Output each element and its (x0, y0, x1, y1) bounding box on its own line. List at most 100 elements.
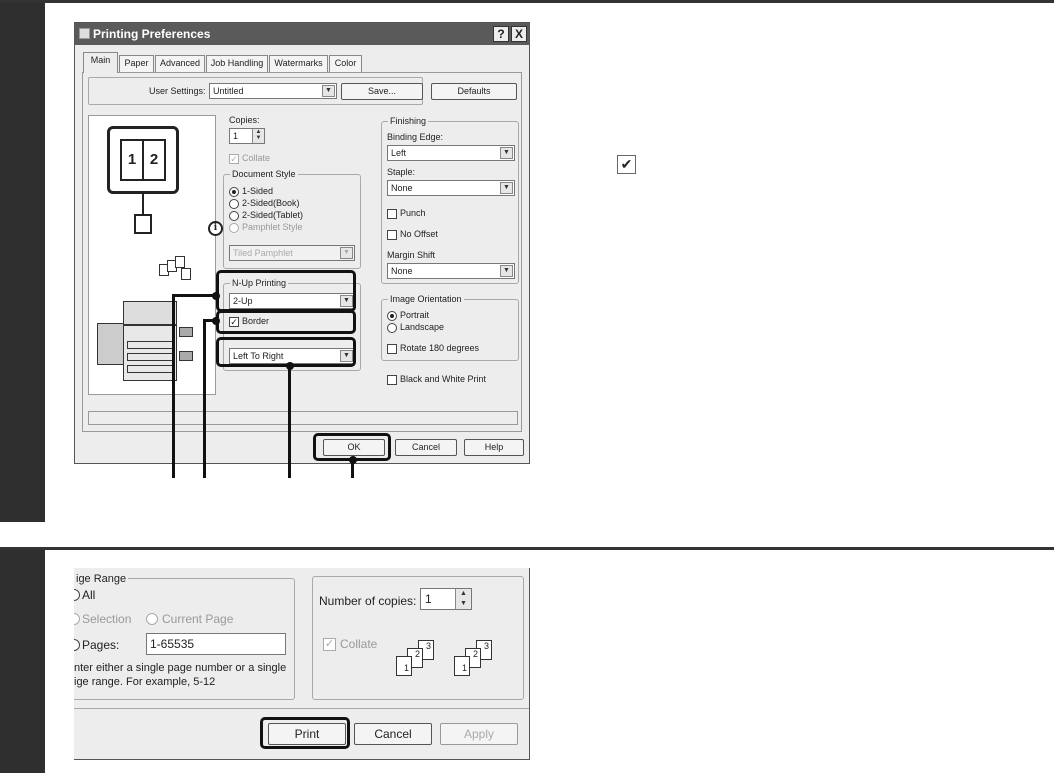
number-of-copies-value: 1 (425, 592, 432, 606)
example-checked-checkbox: ✔ (617, 155, 636, 174)
preview-connector-line (142, 194, 144, 214)
printer-machine-image (97, 301, 207, 389)
nup-highlight (216, 270, 356, 312)
tab-main[interactable]: Main (83, 52, 118, 73)
copies-stepper[interactable]: 1 ▲ ▼ (229, 128, 265, 144)
radio-2-sided-tablet[interactable] (229, 211, 239, 221)
preview-page-2: 2 (149, 151, 159, 168)
punch-label: Punch (400, 208, 426, 218)
selection-label: Selection (82, 612, 132, 626)
callout-line-1 (172, 294, 175, 478)
collate-sheet-1: 1 (396, 656, 412, 676)
chevron-down-icon: ▼ (500, 182, 513, 194)
margin-shift-label: Margin Shift (387, 250, 436, 260)
document-style-label: Document Style (230, 169, 298, 179)
landscape-label: Landscape (400, 322, 445, 332)
radio-2-sided-book-label: 2-Sided(Book) (242, 198, 300, 208)
border-highlight (216, 310, 356, 334)
margin-shift-select[interactable]: None ▼ (387, 263, 515, 279)
info-icon[interactable]: i (208, 221, 223, 236)
cancel-button[interactable]: Cancel (395, 439, 457, 456)
binding-edge-select[interactable]: Left ▼ (387, 145, 515, 161)
binding-edge-label: Binding Edge: (387, 132, 444, 142)
nup-preview-frame: 1 2 (107, 126, 179, 194)
staple-label: Staple: (387, 167, 416, 177)
radio-portrait[interactable] (387, 311, 397, 321)
chevron-down-icon: ▼ (322, 85, 335, 97)
tab-watermarks[interactable]: Watermarks (269, 55, 328, 72)
defaults-button[interactable]: Defaults (431, 83, 517, 100)
user-settings-label: User Settings: (149, 86, 206, 96)
radio-landscape[interactable] (387, 323, 397, 333)
tab-paper[interactable]: Paper (119, 55, 154, 72)
close-button[interactable]: X (511, 26, 527, 42)
chevron-down-icon: ▼ (500, 147, 513, 159)
collate-label-2: Collate (340, 637, 378, 651)
callout-line-3 (288, 366, 291, 478)
chevron-down-icon: ▼ (500, 265, 513, 277)
apply-button[interactable]: Apply (440, 723, 518, 745)
chevron-down-icon: ▼ (340, 247, 353, 259)
radio-pamphlet-style[interactable] (229, 223, 239, 233)
image-orientation-label: Image Orientation (388, 294, 464, 304)
copies-label: Copies: (229, 115, 260, 125)
collate-checkbox-2[interactable]: ✓ (323, 638, 336, 651)
preview-area: 1 2 (88, 115, 216, 395)
page-range-label: ige Range (74, 573, 129, 585)
nup-preview-sheet: 1 2 (120, 139, 166, 181)
no-offset-checkbox[interactable] (387, 230, 397, 240)
margin-shift-value: None (391, 266, 413, 276)
rotate-180-checkbox[interactable] (387, 344, 397, 354)
step-stripe-1 (0, 0, 45, 522)
user-settings-value: Untitled (213, 86, 244, 96)
rotate-180-label: Rotate 180 degrees (400, 343, 480, 353)
punch-checkbox[interactable] (387, 209, 397, 219)
main-tab-panel: User Settings: Untitled ▼ Save... Defaul… (82, 72, 522, 432)
preview-page-1: 1 (122, 141, 144, 179)
tab-color[interactable]: Color (329, 55, 362, 72)
output-sheets-icon (159, 256, 199, 286)
radio-1-sided[interactable] (229, 187, 239, 197)
printing-preferences-dialog: Printing Preferences ? X Main Paper Adva… (74, 22, 530, 464)
staple-value: None (391, 183, 413, 193)
copies-value: 1 (233, 131, 239, 141)
pages-label: Pages: (82, 638, 120, 652)
help-button[interactable]: Help (464, 439, 524, 456)
print-highlight (260, 717, 350, 749)
top-divider (0, 0, 1054, 3)
callout-line-2 (203, 319, 206, 478)
tab-job-handling[interactable]: Job Handling (206, 55, 268, 72)
callout-connector-1 (172, 294, 216, 297)
stepper-arrows-icon: ▲ ▼ (252, 129, 264, 143)
pamphlet-select[interactable]: Tiled Pamphlet ▼ (229, 245, 355, 261)
collate-illustration-2: 3 2 1 (454, 640, 502, 680)
cancel-button-2[interactable]: Cancel (354, 723, 432, 745)
middle-divider (0, 547, 1054, 550)
output-document-icon (134, 214, 152, 234)
pages-input[interactable]: 1-65535 (146, 633, 286, 655)
portrait-label: Portrait (400, 310, 430, 320)
number-of-copies-label: Number of copies: (319, 594, 417, 608)
binding-edge-value: Left (391, 148, 407, 158)
black-white-label: Black and White Print (400, 374, 487, 384)
save-button[interactable]: Save... (341, 83, 423, 100)
collate-sheet-1b: 1 (454, 656, 470, 676)
help-title-button[interactable]: ? (493, 26, 509, 42)
printer-icon (79, 28, 90, 39)
user-settings-select[interactable]: Untitled ▼ (209, 83, 337, 99)
collate-checkbox[interactable]: ✓ (229, 154, 239, 164)
number-of-copies-stepper[interactable]: 1 ▲ ▼ (420, 588, 472, 610)
print-dialog-separator (74, 708, 529, 709)
current-page-label: Current Page (162, 612, 234, 626)
staple-select[interactable]: None ▼ (387, 180, 515, 196)
radio-current-page[interactable] (146, 613, 158, 625)
pamphlet-value: Tiled Pamphlet (233, 248, 293, 258)
tab-advanced[interactable]: Advanced (155, 55, 205, 72)
hint-line-2: ige range. For example, 5-12 (74, 676, 216, 688)
black-white-checkbox[interactable] (387, 375, 397, 385)
pages-input-value: 1-65535 (150, 637, 195, 651)
dialog-titlebar: Printing Preferences ? X (75, 23, 529, 45)
hint-line-1: nter either a single page number or a si… (74, 662, 287, 674)
stepper-arrows-icon: ▲ ▼ (455, 589, 471, 609)
radio-2-sided-book[interactable] (229, 199, 239, 209)
